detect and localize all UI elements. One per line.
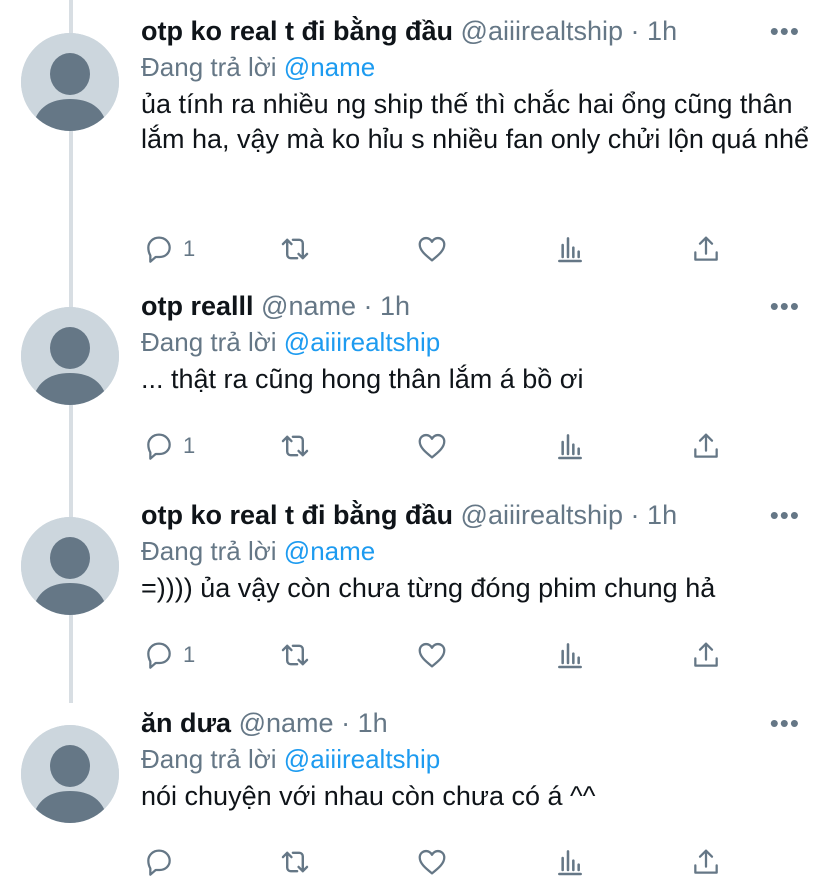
- reply-button[interactable]: 1: [143, 635, 195, 675]
- share-button[interactable]: [690, 635, 722, 675]
- reply-count: 1: [183, 642, 196, 667]
- retweet-icon: [281, 435, 309, 457]
- tweet-actions: 1: [0, 635, 828, 675]
- share-icon: [694, 236, 718, 261]
- dot-separator: ·: [630, 16, 648, 46]
- timestamp[interactable]: 1h: [380, 291, 410, 321]
- dot-separator: ·: [341, 708, 358, 738]
- username[interactable]: @name: [261, 291, 356, 321]
- tweet-actions: 1: [0, 229, 828, 269]
- views-button[interactable]: [554, 635, 586, 675]
- share-icon: [694, 642, 718, 667]
- dot-separator: ·: [630, 500, 648, 530]
- reply-icon: [147, 433, 171, 460]
- tweet-actions: 1: [0, 426, 828, 466]
- more-options-icon[interactable]: •••: [770, 703, 800, 743]
- display-name[interactable]: otp ko real t đi bằng đầu: [141, 16, 453, 46]
- replying-to-mention[interactable]: @name: [284, 52, 375, 82]
- like-button[interactable]: [416, 842, 448, 882]
- avatar[interactable]: [21, 725, 119, 823]
- analytics-icon: [558, 237, 582, 263]
- replying-to-label: Đang trả lời: [141, 52, 277, 82]
- replying-to-label: Đang trả lời: [141, 536, 277, 566]
- views-button[interactable]: [554, 229, 586, 269]
- analytics-icon: [558, 434, 582, 460]
- display-name[interactable]: otp ko real t đi bằng đầu: [141, 500, 453, 530]
- username[interactable]: @aiiirealtship: [461, 500, 623, 530]
- retweet-icon: [281, 238, 309, 260]
- tweet-text: =)))) ủa vậy còn chưa từng đóng phim chu…: [141, 573, 716, 603]
- display-name[interactable]: ăn dưa: [141, 708, 231, 738]
- analytics-icon: [558, 643, 582, 669]
- replying-to-mention[interactable]: @aiiirealtship: [284, 744, 440, 774]
- heart-icon: [418, 642, 446, 668]
- replying-to-mention[interactable]: @name: [284, 536, 375, 566]
- timestamp[interactable]: 1h: [358, 708, 388, 738]
- username[interactable]: @aiiirealtship: [461, 16, 623, 46]
- replying-to-line: Đang trả lời @name: [141, 49, 375, 85]
- replying-to-line: Đang trả lời @name: [141, 533, 375, 569]
- reply-icon: [147, 642, 171, 669]
- more-options-icon[interactable]: •••: [770, 286, 800, 326]
- retweet-button[interactable]: [278, 426, 312, 466]
- tweet-actions: [0, 842, 828, 882]
- tweet-text: ... thật ra cũng hong thân lắm á bồ ơi: [141, 364, 584, 394]
- heart-icon: [418, 849, 446, 875]
- share-button[interactable]: [690, 229, 722, 269]
- tweet-header: ăn dưa @name · 1h: [141, 703, 768, 743]
- share-icon: [694, 433, 718, 458]
- reply-count: 1: [183, 236, 196, 261]
- share-icon: [694, 849, 718, 874]
- more-options-icon[interactable]: •••: [770, 495, 800, 535]
- reply-count: 1: [183, 433, 196, 458]
- heart-icon: [418, 433, 446, 459]
- like-button[interactable]: [416, 635, 448, 675]
- retweet-button[interactable]: [278, 229, 312, 269]
- timestamp[interactable]: 1h: [647, 16, 677, 46]
- retweet-icon: [281, 644, 309, 666]
- tweet-header: otp realll @name · 1h: [141, 286, 768, 326]
- more-options-icon[interactable]: •••: [770, 11, 800, 51]
- reply-button[interactable]: 1: [143, 229, 195, 269]
- analytics-icon: [558, 850, 582, 876]
- default-profile-icon: [21, 517, 119, 615]
- replying-to-line: Đang trả lời @aiiirealtship: [141, 741, 440, 777]
- tweet-header: otp ko real t đi bằng đầu @aiiirealtship…: [141, 11, 768, 51]
- default-profile-icon: [21, 725, 119, 823]
- like-button[interactable]: [416, 426, 448, 466]
- username[interactable]: @name: [239, 708, 334, 738]
- reply-icon: [147, 236, 171, 263]
- avatar[interactable]: [21, 517, 119, 615]
- tweet-text: nói chuyện với nhau còn chưa có á ^^: [141, 781, 596, 811]
- views-button[interactable]: [554, 426, 586, 466]
- tweet-header: otp ko real t đi bằng đầu @aiiirealtship…: [141, 495, 768, 535]
- replying-to-line: Đang trả lời @aiiirealtship: [141, 324, 440, 360]
- replying-to-mention[interactable]: @aiiirealtship: [284, 327, 440, 357]
- replying-to-label: Đang trả lời: [141, 327, 277, 357]
- avatar[interactable]: [21, 307, 119, 405]
- tweet-text: ủa tính ra nhiều ng ship thế thì chắc ha…: [141, 89, 809, 154]
- replying-to-label: Đang trả lời: [141, 744, 277, 774]
- retweet-button[interactable]: [278, 635, 312, 675]
- reply-icon: [147, 849, 171, 876]
- retweet-icon: [281, 851, 309, 873]
- share-button[interactable]: [690, 426, 722, 466]
- dot-separator: ·: [363, 291, 381, 321]
- avatar[interactable]: [21, 33, 119, 131]
- display-name[interactable]: otp realll: [141, 291, 254, 321]
- views-button[interactable]: [554, 842, 586, 882]
- like-button[interactable]: [416, 229, 448, 269]
- share-button[interactable]: [690, 842, 722, 882]
- reply-button[interactable]: 1: [143, 426, 195, 466]
- timestamp[interactable]: 1h: [647, 500, 677, 530]
- heart-icon: [418, 236, 446, 262]
- default-profile-icon: [21, 307, 119, 405]
- retweet-button[interactable]: [278, 842, 312, 882]
- reply-button[interactable]: [143, 842, 183, 882]
- default-profile-icon: [21, 33, 119, 131]
